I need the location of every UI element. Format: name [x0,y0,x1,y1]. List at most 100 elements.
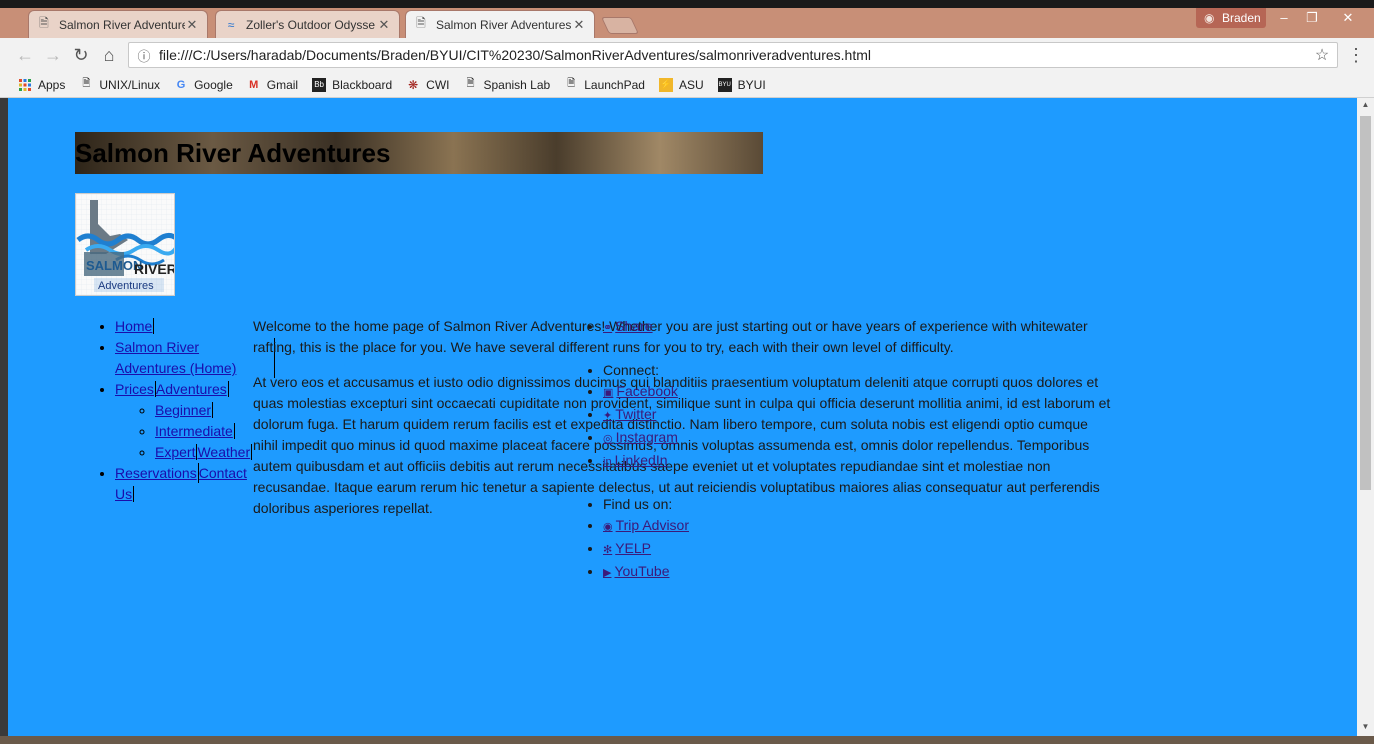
header-banner: Salmon River Adventures [75,132,763,174]
youtube-icon: ▶ [603,567,612,579]
nav-item-home: Home [115,316,265,337]
social-links: ⚭Share Connect: ▣Facebook ✦Twitter ◎Inst… [563,316,689,584]
connect-label: Connect: [603,360,689,381]
window-left-edge [0,98,8,744]
linkedin-icon: in [603,456,612,468]
address-url: file:///C:/Users/haradab/Documents/Brade… [159,47,871,63]
spacer [603,339,689,360]
youtube-link[interactable]: ▶ YouTube [603,563,669,579]
address-bar[interactable]: ⓘ file:///C:/Users/haradab/Documents/Bra… [128,42,1338,68]
share-link[interactable]: ⚭ Share [603,318,653,334]
facebook-item: ▣Facebook [603,381,689,404]
apps-grid-icon [18,78,32,92]
new-tab-button[interactable] [601,17,639,34]
bookmark-blackboard[interactable]: Bb Blackboard [312,77,393,92]
instagram-label: Instagram [615,429,678,445]
tab-zollers[interactable]: ≈ Zoller's Outdoor Odysse ✕ [215,10,400,38]
page-title: Salmon River Adventures [75,138,391,168]
forward-button[interactable]: → [42,44,64,66]
tab-label: Zoller's Outdoor Odysse [246,17,376,32]
wave-icon: ≈ [227,17,235,32]
bookmark-apps[interactable]: Apps [18,78,65,92]
browser-toolbar: ← → ↻ ⌂ ⓘ file:///C:/Users/haradab/Docum… [0,38,1374,72]
nav-link-reservations[interactable]: Reservations [115,465,199,481]
tab-bar: 🗎 Salmon River Adventures ✕ ≈ Zoller's O… [0,8,1374,38]
vertical-scrollbar[interactable]: ▲ ▼ [1357,98,1374,736]
nav-link-intermediate[interactable]: Intermediate [155,423,235,439]
linkedin-link[interactable]: in LinkedIn [603,452,668,468]
yelp-link[interactable]: ✻ YELP [603,540,651,556]
nav-link-adventures[interactable]: Adventures [155,381,229,397]
bookmark-label: LaunchPad [584,77,645,92]
nav-link-prices[interactable]: Prices [115,381,156,397]
instagram-link[interactable]: ◎ Instagram [603,429,678,445]
facebook-icon: ▣ [603,387,614,399]
nav-item-intermediate: Intermediate [155,421,265,442]
nav-link-weather[interactable]: Weather [197,444,253,460]
bookmark-unix-linux[interactable]: 🗎 UNIX/Linux [79,78,160,92]
info-icon[interactable]: ⓘ [129,46,159,65]
bookmark-gmail[interactable]: M Gmail [247,78,298,92]
profile-name: Braden [1222,11,1261,25]
scroll-down-icon[interactable]: ▼ [1357,722,1374,731]
bookmark-label: Apps [38,77,66,92]
tab-label: Salmon River Adventures [59,17,185,32]
cwi-icon: ❋ [408,77,419,92]
tab-label: Salmon River Adventures [436,17,572,32]
find-us-label: Find us on: [603,494,689,515]
byui-icon: BYU [717,77,732,92]
nav-list: Home Salmon River Adventures (Home) Pric… [75,316,265,505]
linkedin-item: inLinkedIn [603,450,689,473]
nav-link-salmon-river-home[interactable]: Salmon River Adventures (Home) [115,339,236,376]
minimize-button[interactable]: – [1270,8,1298,28]
close-icon[interactable]: ✕ [572,17,586,33]
share-label: Share [615,318,653,334]
page-icon: 🗎 [466,78,475,89]
bookmark-spanish-lab[interactable]: 🗎 Spanish Lab [463,78,550,92]
profile-button[interactable]: ◉ Braden [1196,8,1266,28]
tab-salmon-river-1[interactable]: 🗎 Salmon River Adventures ✕ [28,10,208,38]
bookmark-asu[interactable]: ⚡ ASU [658,77,704,92]
tripadvisor-icon: ◉ [603,521,613,533]
facebook-label: Facebook [616,383,678,399]
tab-salmon-river-active[interactable]: 🗎 Salmon River Adventures ✕ [405,10,595,38]
nav-item-beginner: Beginner [155,400,265,421]
nav-item-reservations: ReservationsContact Us [115,463,265,505]
close-icon[interactable]: ✕ [377,17,391,33]
bookmark-label: Blackboard [332,77,393,92]
menu-dots-icon[interactable]: ⋮ [1346,46,1366,64]
instagram-item: ◎Instagram [603,427,689,450]
close-window-button[interactable]: ✕ [1334,8,1362,28]
share-item: ⚭Share [603,316,689,339]
page-viewport[interactable]: Salmon River Adventures SALMON RIVER Adv… [8,98,1357,736]
reload-button[interactable]: ↻ [70,44,92,66]
home-button[interactable]: ⌂ [98,44,120,66]
bookmark-launchpad[interactable]: 🗎 LaunchPad [564,78,645,92]
back-button[interactable]: ← [14,44,36,66]
scroll-up-icon[interactable]: ▲ [1357,100,1374,109]
scrollbar-thumb[interactable] [1360,116,1371,490]
bookmark-cwi[interactable]: ❋ CWI [406,78,449,92]
window-top-strip [0,0,1374,8]
nav-link-expert[interactable]: Expert [155,444,198,460]
os-taskbar [0,736,1374,744]
youtube-label: YouTube [614,563,670,579]
twitter-icon: ✦ [603,410,613,422]
star-icon[interactable]: ☆ [1307,45,1337,65]
linkedin-label: LinkedIn [614,452,668,468]
gmail-icon: M [249,78,259,91]
instagram-icon: ◎ [603,433,613,445]
nav-link-home[interactable]: Home [115,318,155,334]
blackboard-icon: Bb [312,77,327,92]
twitter-link[interactable]: ✦ Twitter [603,406,656,422]
close-icon[interactable]: ✕ [185,17,199,33]
restore-button[interactable]: ❐ [1298,8,1326,28]
bookmark-byui[interactable]: BYU BYUI [717,77,766,92]
facebook-link[interactable]: ▣ Facebook [603,383,678,399]
logo-text-river: RIVER [134,261,175,277]
bookmark-google[interactable]: G Google [174,78,233,92]
nav-link-beginner[interactable]: Beginner [155,402,214,418]
twitter-item: ✦Twitter [603,404,689,427]
bookmark-label: ASU [678,77,704,92]
tripadvisor-link[interactable]: ◉ Trip Advisor [603,517,689,533]
